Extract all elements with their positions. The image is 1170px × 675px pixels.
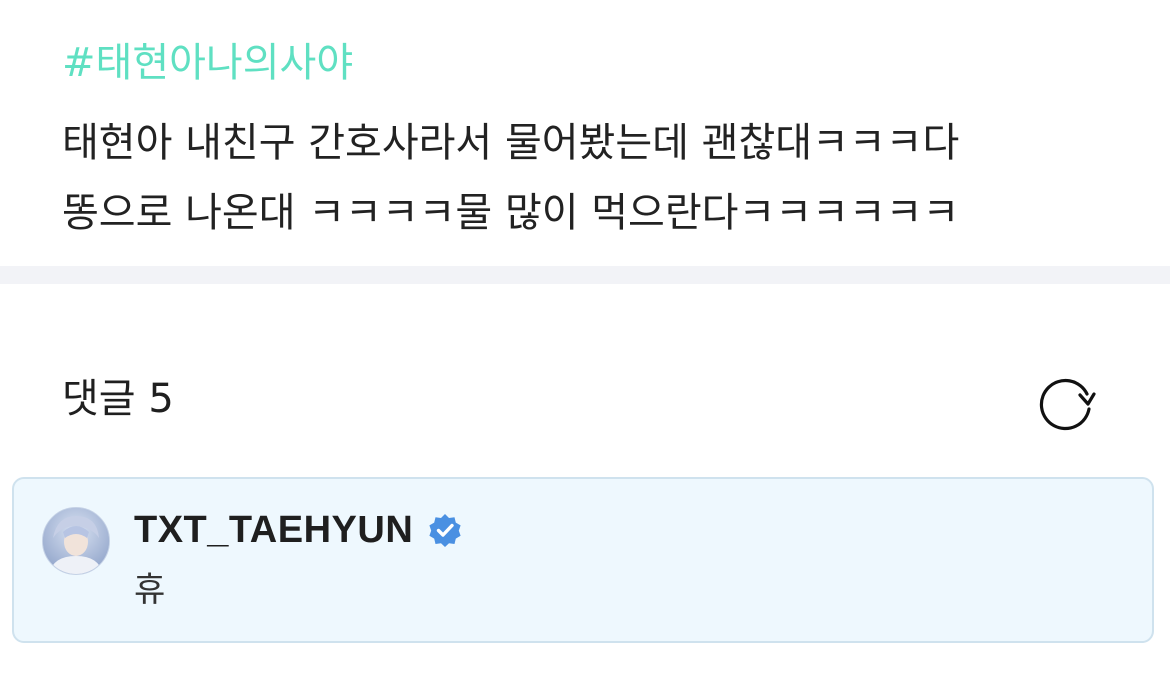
post-body: 태현아 내친구 간호사라서 물어봤는데 괜찮대ㅋㅋㅋ다 똥으로 나온대 ㅋㅋㅋㅋ… — [62, 108, 1122, 248]
comment-item[interactable]: TXT_TAEHYUN 휴 — [12, 477, 1154, 643]
comment-text: 휴 — [134, 570, 166, 610]
avatar[interactable] — [42, 507, 110, 575]
post-body-line: 태현아 내친구 간호사라서 물어봤는데 괜찮대ㅋㅋㅋ다 — [62, 120, 960, 166]
post-hashtag[interactable]: #태현아나의사야 — [62, 36, 353, 90]
post-body-line: 똥으로 나온대 ㅋㅋㅋㅋ물 많이 먹으란다ㅋㅋㅋㅋㅋㅋ — [62, 190, 960, 236]
comment-author[interactable]: TXT_TAEHYUN — [134, 507, 463, 553]
avatar-image — [43, 508, 109, 574]
post: #태현아나의사야 태현아 내친구 간호사라서 물어봤는데 괜찮대ㅋㅋㅋ다 똥으로… — [0, 0, 1170, 266]
comments-header: 댓글 5 — [0, 284, 1170, 474]
refresh-icon — [1039, 378, 1096, 431]
comments-title: 댓글 5 — [62, 376, 174, 422]
refresh-button[interactable] — [1030, 366, 1104, 440]
verified-badge-icon — [427, 512, 463, 548]
section-divider — [0, 266, 1170, 284]
author-name[interactable]: TXT_TAEHYUN — [134, 507, 413, 553]
